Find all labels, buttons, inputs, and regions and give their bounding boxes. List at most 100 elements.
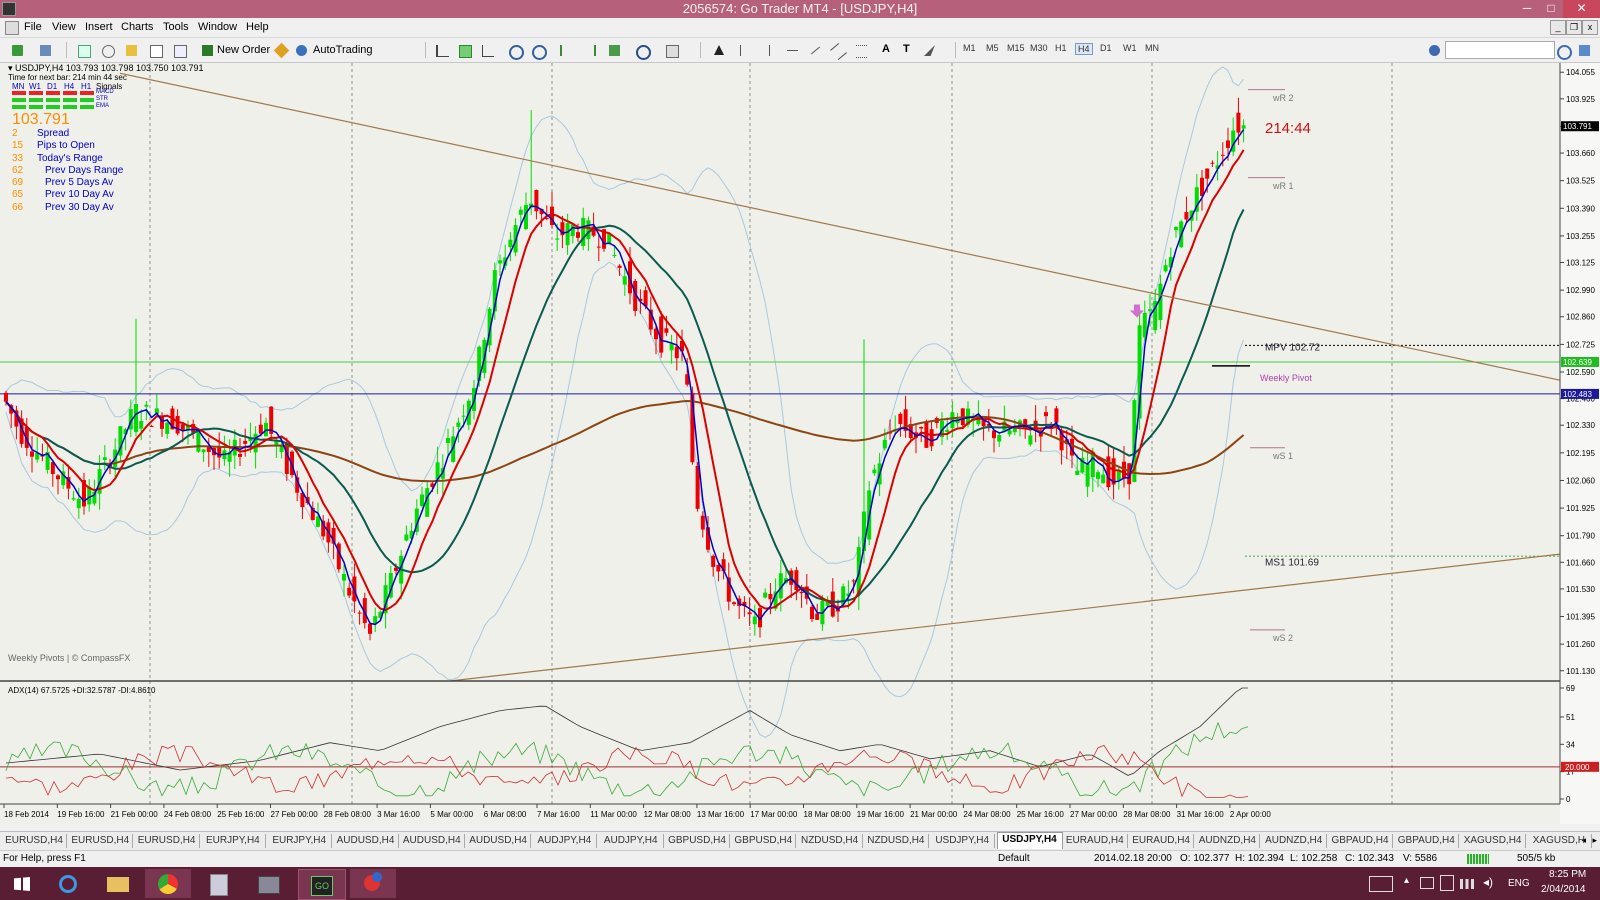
chart-tab[interactable]: XAGUSD,H (1527, 834, 1592, 848)
community-button[interactable] (1425, 41, 1445, 60)
zoom-out-button[interactable] (528, 41, 548, 60)
network-icon[interactable] (1460, 879, 1474, 889)
chart-tab[interactable]: AUDUSD,H4 (400, 834, 465, 848)
menu-view[interactable]: View (52, 21, 76, 33)
market-watch-button[interactable] (74, 41, 94, 60)
tab-scroll-right[interactable]: ▸ (1592, 835, 1597, 846)
mailbox-button[interactable] (1575, 41, 1595, 60)
terminal-button[interactable] (146, 41, 166, 60)
candlestick-button[interactable] (455, 41, 475, 60)
timeframe-w1[interactable]: W1 (1123, 43, 1137, 53)
tray-expand-icon[interactable]: ▴ (1404, 875, 1409, 886)
search-input[interactable] (1445, 41, 1555, 59)
chart-tab[interactable]: AUDNZD,H4 (1195, 834, 1261, 848)
language-indicator[interactable]: ENG (1508, 878, 1530, 889)
menu-charts[interactable]: Charts (121, 21, 153, 33)
autotrading-button[interactable]: AutoTrading (292, 41, 374, 60)
minimize-button[interactable]: ─ (1515, 0, 1539, 18)
channel-button[interactable] (829, 41, 849, 61)
action-center-icon[interactable] (1420, 877, 1434, 889)
chart-tab[interactable]: USDJPY,H4 (996, 832, 1063, 849)
taskbar-chrome[interactable] (145, 869, 191, 898)
chart-tab[interactable]: NZDUSD,H4 (864, 834, 929, 848)
taskbar-app[interactable] (245, 869, 291, 898)
timeframe-h1[interactable]: H1 (1055, 43, 1067, 53)
taskbar-mt4[interactable]: GO (298, 869, 346, 900)
autoscroll-button[interactable] (556, 41, 576, 60)
chart-window-icon[interactable] (5, 21, 19, 35)
chart-tab[interactable]: AUDUSD,H4 (466, 834, 532, 848)
profiles-button[interactable] (36, 41, 56, 60)
chart-tab[interactable]: AUDJPY,H4 (599, 834, 664, 848)
line-chart-button[interactable] (478, 41, 498, 60)
navigator-button[interactable] (122, 41, 142, 60)
chart-tab[interactable]: GBPUSD,H4 (665, 834, 730, 848)
mdi-restore-button[interactable]: ❐ (1566, 20, 1582, 35)
horizontal-line-button[interactable] (783, 41, 803, 60)
timeframe-mn[interactable]: MN (1145, 43, 1159, 53)
chart-window[interactable]: wR 2 wR 1 MPV 102.72 Weekly Pivot wS 1 MS1 10… (0, 63, 1600, 824)
usdjpy-h4-chart[interactable]: wR 2 wR 1 MPV 102.72 Weekly Pivot wS 1 MS1 10… (0, 63, 1600, 824)
arrows-button[interactable] (920, 41, 948, 60)
clock-date[interactable]: 2/04/2014 (1541, 884, 1586, 895)
menu-help[interactable]: Help (246, 21, 269, 33)
keyboard-icon[interactable] (1369, 876, 1393, 892)
chart-tab[interactable]: EURUSD,H4 (2, 834, 67, 848)
chart-tab[interactable]: XAGUSD,H4 (1461, 834, 1526, 848)
battery-icon[interactable] (1440, 875, 1454, 891)
search-button[interactable] (1553, 41, 1573, 60)
mdi-minimize-button[interactable]: _ (1550, 20, 1566, 35)
chart-tab[interactable]: AUDUSD,H4 (334, 834, 399, 848)
text-button[interactable]: A (876, 41, 896, 60)
chart-tab[interactable]: GBPAUD,H4 (1394, 834, 1460, 848)
taskbar-calculator[interactable] (195, 869, 241, 898)
volume-icon[interactable]: ◂) (1483, 875, 1493, 889)
taskbar-ie[interactable] (45, 869, 91, 898)
chart-tab[interactable]: EURUSD,H4 (68, 834, 134, 848)
menu-window[interactable]: Window (198, 21, 237, 33)
periods-button[interactable] (632, 41, 660, 60)
cursor-button[interactable] (710, 41, 730, 60)
templates-button[interactable] (662, 41, 690, 60)
bar-chart-button[interactable] (432, 41, 452, 60)
timeframe-m1[interactable]: M1 (963, 43, 976, 53)
chart-tab[interactable]: EURAUD,H4 (1129, 834, 1195, 848)
chart-tab[interactable]: AUDNZD,H4 (1262, 834, 1327, 848)
new-order-button[interactable]: New Order (198, 41, 272, 60)
timeframe-m30[interactable]: M30 (1030, 43, 1048, 53)
timeframe-d1[interactable]: D1 (1100, 43, 1112, 53)
chart-tab[interactable]: AUDJPY,H4 (532, 834, 598, 848)
new-chart-button[interactable] (8, 41, 28, 60)
menu-insert[interactable]: Insert (85, 21, 113, 33)
timeframe-m15[interactable]: M15 (1007, 43, 1025, 53)
data-window-button[interactable] (98, 41, 118, 60)
menu-file[interactable]: File (24, 21, 42, 33)
menu-tools[interactable]: Tools (163, 21, 189, 33)
tester-button[interactable] (170, 41, 190, 60)
crosshair-button[interactable] (733, 41, 753, 60)
start-button[interactable] (2, 869, 42, 898)
fibonacci-button[interactable] (852, 41, 872, 60)
chart-tab[interactable]: EURJPY,H4 (267, 834, 333, 848)
taskbar-snipping[interactable] (350, 869, 396, 898)
chart-tab[interactable]: GBPUSD,H4 (731, 834, 797, 848)
taskbar-explorer[interactable] (95, 869, 141, 898)
chart-shift-button[interactable] (579, 41, 599, 60)
vertical-line-button[interactable] (760, 41, 780, 60)
mdi-close-button[interactable]: x (1582, 20, 1598, 35)
trendline-button[interactable] (806, 41, 826, 60)
chart-tab[interactable]: EURUSD,H4 (135, 834, 200, 848)
chart-tab[interactable]: EURJPY,H4 (201, 834, 266, 848)
zoom-in-button[interactable] (505, 41, 525, 60)
close-button[interactable]: ✕ (1563, 0, 1600, 18)
chart-tab[interactable]: NZDUSD,H4 (798, 834, 863, 848)
maximize-button[interactable]: □ (1539, 0, 1563, 18)
indicators-button[interactable] (605, 41, 633, 60)
timeframe-m5[interactable]: M5 (986, 43, 999, 53)
text-label-button[interactable]: T (898, 41, 918, 60)
clock-time[interactable]: 8:25 PM (1549, 869, 1586, 880)
chart-tab[interactable]: EURAUD,H4 (1063, 834, 1128, 848)
expert-button[interactable] (272, 41, 292, 60)
chart-tab[interactable]: USDJPY,H4 (930, 834, 996, 848)
timeframe-h4[interactable]: H4 (1075, 43, 1093, 55)
